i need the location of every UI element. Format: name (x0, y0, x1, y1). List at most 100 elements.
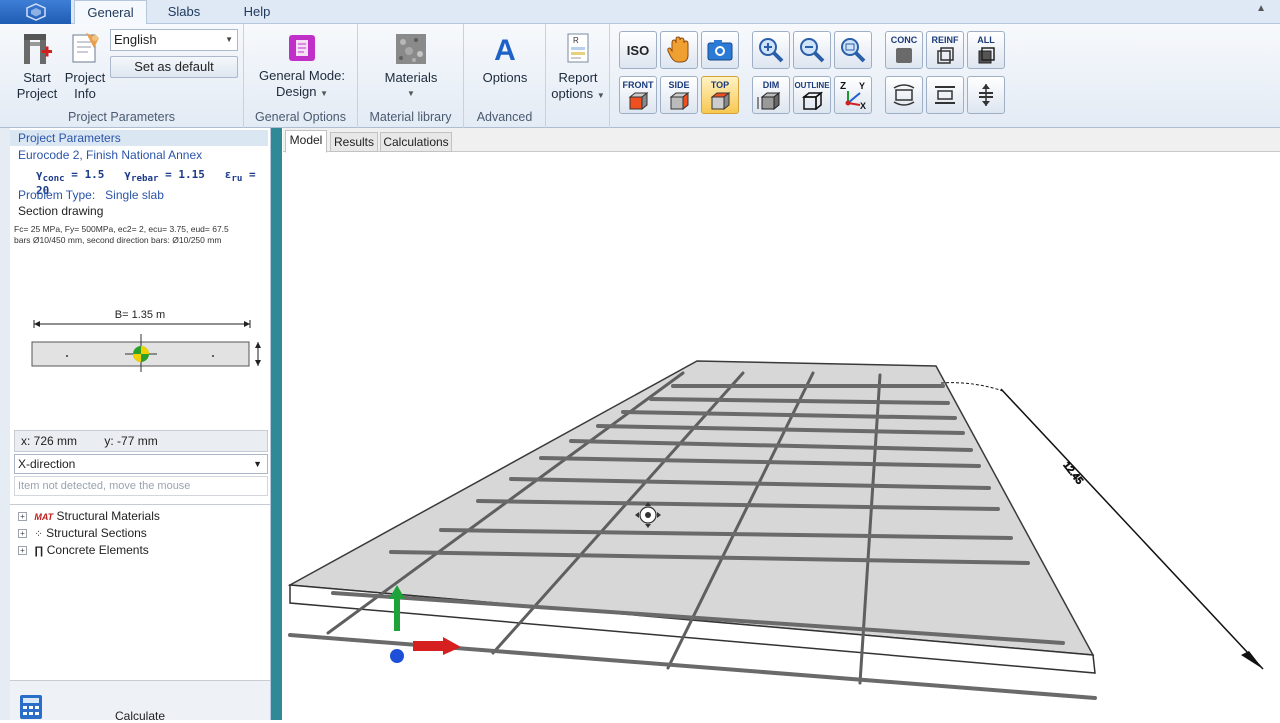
section-props-line-1: Fc= 25 MPa, Fy= 500MPa, ec2= 2, ecu= 3.7… (14, 224, 229, 234)
gamma-rebar-value: 1.15 (178, 168, 205, 181)
reinf-label: REINF (931, 34, 959, 45)
pan-button[interactable] (660, 31, 698, 69)
start-project-button[interactable]: Start Project (14, 30, 60, 102)
options-button[interactable]: A Options (470, 32, 540, 86)
zoom-in-icon (759, 38, 784, 63)
axis-y-dot (390, 649, 404, 663)
svg-text:A: A (494, 34, 516, 66)
collapse-ribbon-icon[interactable]: ▲ (1256, 3, 1266, 14)
caret-down-icon: ▼ (320, 89, 328, 98)
section-drawing: B= 1.35 m (31, 309, 261, 372)
application-menu-button[interactable] (0, 0, 71, 24)
group-label-advanced: Advanced (476, 110, 533, 124)
top-view-button[interactable]: TOP (701, 76, 739, 114)
tree-label: Concrete Elements (46, 543, 149, 557)
options-label: Options (482, 70, 528, 85)
show-reinforcement-button[interactable]: REINF (926, 31, 964, 69)
design-code: Eurocode 2, Finish National Annex (18, 148, 203, 162)
axes-button[interactable]: Z Y X (834, 76, 872, 114)
dimension-cube-icon (757, 91, 781, 110)
start-project-label-2: Project (16, 86, 58, 101)
direction-value: X-direction (18, 457, 76, 471)
svg-text:Y: Y (859, 81, 865, 91)
svg-text:12.45: 12.45 (1061, 460, 1085, 487)
mat-icon: MAT (34, 512, 54, 522)
coord-y: y: -77 mm (104, 434, 158, 448)
tree-item-structural-sections[interactable]: + ⁘ Structural Sections (18, 525, 147, 541)
general-mode-value: Design (275, 84, 317, 99)
tab-calculations[interactable]: Calculations (380, 132, 452, 152)
tab-help[interactable]: Help (226, 0, 288, 24)
svg-text:R: R (573, 36, 579, 45)
zoom-extents-icon (841, 38, 866, 63)
expand-icon[interactable]: + (18, 512, 27, 521)
calculate-button[interactable]: Calculate (10, 680, 270, 723)
caret-down-icon: ▼ (596, 91, 605, 100)
slab-3d-view[interactable]: 12.45 (283, 153, 1280, 720)
group-general-options: General Mode: Design ▼ General Options (244, 24, 358, 128)
dimensions-button[interactable]: DIM (752, 76, 790, 114)
screenshot-button[interactable] (701, 31, 739, 69)
project-info-label-1: Project (64, 70, 106, 85)
project-parameters-header[interactable]: Project Parameters (10, 130, 268, 146)
cube-front-icon (628, 91, 649, 110)
zoom-extents-button[interactable] (834, 31, 872, 69)
report-label-1: Report (558, 70, 598, 85)
cursor-coordinates: x: 726 mm y: -77 mm (14, 430, 268, 452)
svg-text:X: X (860, 101, 866, 111)
side-view-button[interactable]: SIDE (660, 76, 698, 114)
section-width-label: B= 1.35 m (115, 309, 165, 321)
tree-item-concrete-elements[interactable]: + ∏ Concrete Elements (18, 542, 149, 558)
project-info-button[interactable]: Project Info (62, 30, 108, 102)
expand-icon[interactable]: + (18, 529, 27, 538)
tree-item-structural-materials[interactable]: + MAT Structural Materials (18, 508, 160, 524)
section-props-line-2: bars Ø10/450 mm, second direction bars: … (14, 235, 222, 245)
fit-horizontal-button[interactable] (926, 76, 964, 114)
set-as-default-button[interactable]: Set as default (110, 56, 238, 78)
zoom-out-button[interactable] (793, 31, 831, 69)
tab-slabs[interactable]: Slabs (150, 0, 218, 24)
iso-view-button[interactable]: ISO (619, 31, 657, 69)
front-view-button[interactable]: FRONT (619, 76, 657, 114)
fit-horizontal-icon (935, 86, 955, 104)
panel-splitter[interactable] (271, 128, 282, 720)
gamma-conc-value: 1.5 (84, 168, 105, 181)
expand-icon[interactable]: + (18, 546, 27, 555)
fit-vertical-button[interactable] (967, 76, 1005, 114)
all-label: ALL (977, 34, 995, 45)
direction-select[interactable]: X-direction ▼ (14, 454, 268, 474)
axis-x-arrow (413, 637, 461, 655)
materials-icon (396, 34, 426, 64)
zoom-out-icon (800, 38, 825, 63)
group-advanced: A Options Advanced (464, 24, 546, 128)
rotate-button[interactable] (885, 76, 923, 114)
element-icon: ∏ (34, 545, 44, 557)
camera-icon (707, 40, 733, 61)
tab-results[interactable]: Results (330, 132, 378, 152)
group-material-library: Materials ▼ Material library (358, 24, 464, 128)
materials-button[interactable]: Materials ▼ (372, 32, 450, 102)
group-label-general-options: General Options (254, 110, 347, 124)
general-mode-button[interactable]: General Mode: Design ▼ (250, 32, 354, 102)
language-select[interactable]: English ▼ (110, 29, 238, 51)
show-concrete-button[interactable]: CONC (885, 31, 923, 69)
side-label: SIDE (668, 79, 690, 90)
language-value: English (114, 32, 157, 47)
dim-label: DIM (762, 79, 780, 90)
cube-top-icon (710, 91, 731, 110)
tree-label: Structural Materials (56, 509, 160, 523)
report-options-button[interactable]: R Report options ▼ (548, 32, 608, 104)
properties-panel: Project Parameters Eurocode 2, Finish Na… (10, 128, 271, 723)
problem-type-label: Problem Type: (18, 188, 96, 202)
show-all-button[interactable]: ALL (967, 31, 1005, 69)
hand-icon (667, 36, 689, 63)
model-viewport[interactable]: 12.45 (283, 153, 1280, 720)
project-info-label-2: Info (74, 86, 96, 101)
outline-button[interactable]: OUTLINE (793, 76, 831, 114)
zoom-in-button[interactable] (752, 31, 790, 69)
conc-label: CONC (890, 34, 918, 45)
start-project-label-1: Start (23, 70, 51, 85)
outline-cube-icon (801, 90, 823, 110)
tab-model[interactable]: Model (285, 130, 327, 153)
tab-general[interactable]: General (74, 0, 147, 25)
